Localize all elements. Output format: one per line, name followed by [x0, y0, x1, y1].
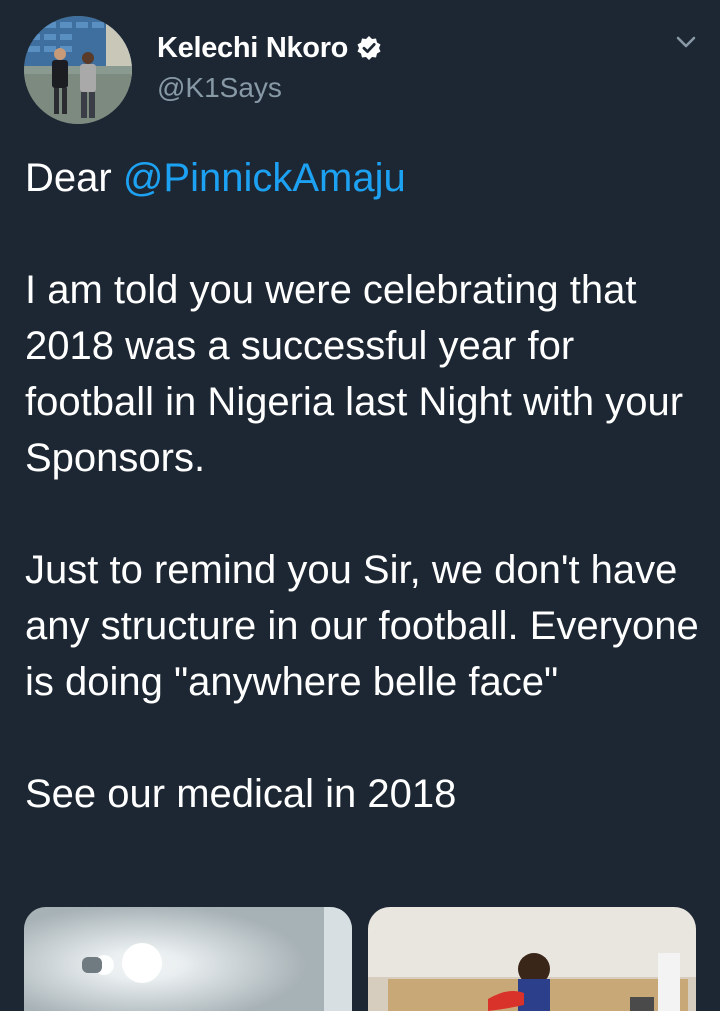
- avatar[interactable]: [24, 16, 132, 124]
- mention-link[interactable]: @PinnickAmaju: [123, 156, 406, 200]
- chevron-down-icon[interactable]: [674, 30, 698, 54]
- verified-badge-icon: [356, 35, 382, 61]
- photo-ceiling-light-icon: [24, 907, 352, 1011]
- tweet-paragraph: See our medical in 2018: [25, 772, 457, 816]
- tweet-text: Dear @PinnickAmaju I am told you were ce…: [25, 150, 705, 822]
- media-photo[interactable]: [368, 907, 696, 1011]
- author-name-row[interactable]: Kelechi Nkoro: [157, 30, 382, 66]
- photo-patient-in-bed-icon: [368, 907, 696, 1011]
- tweet-greeting-line: Dear @PinnickAmaju: [25, 150, 705, 206]
- tweet-paragraph: Just to remind you Sir, we don't have an…: [25, 548, 699, 704]
- media-grid: [24, 907, 696, 1011]
- author-handle[interactable]: @K1Says: [157, 72, 282, 104]
- profile-photo-icon: [24, 16, 132, 124]
- media-photo[interactable]: [24, 907, 352, 1011]
- tweet-card: Kelechi Nkoro @K1Says Dear @PinnickAmaju…: [0, 0, 720, 1011]
- tweet-paragraph: I am told you were celebrating that 2018…: [25, 268, 684, 480]
- display-name[interactable]: Kelechi Nkoro: [157, 32, 348, 65]
- greeting-text: Dear: [25, 156, 123, 200]
